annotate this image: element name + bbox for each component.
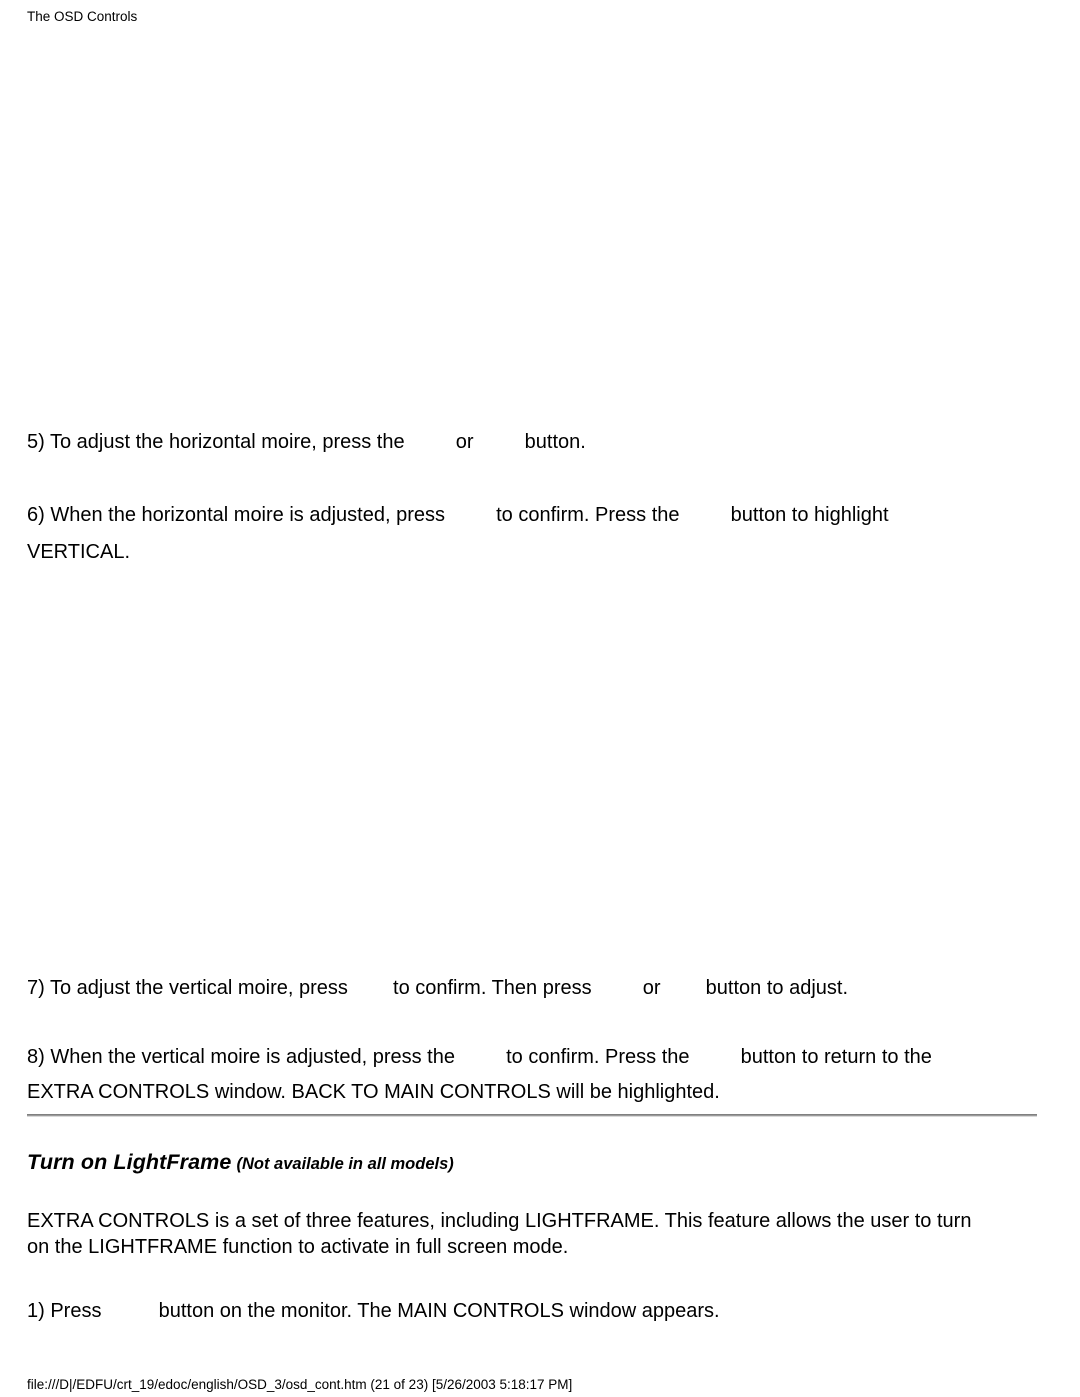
osd-button-icon-left — [597, 981, 637, 994]
step-6-paragraph-line-2: VERTICAL. — [27, 541, 130, 563]
osd-button-icon-down — [685, 508, 725, 521]
running-header-title: The OSD Controls — [27, 9, 138, 24]
step-8-paragraph-line-2: EXTRA CONTROLS window. BACK TO MAIN CONT… — [27, 1081, 720, 1103]
step-6-paragraph-line-1: 6) When the horizontal moire is adjusted… — [27, 502, 889, 528]
step-5-paragraph: 5) To adjust the horizontal moire, press… — [27, 429, 586, 455]
osd-button-icon-menu — [695, 1050, 735, 1063]
step-6-text-part-3: button to highlight — [730, 504, 889, 526]
step-8-paragraph-line-1: 8) When the vertical moire is adjusted, … — [27, 1044, 932, 1070]
lightframe-intro-line-1: EXTRA CONTROLS is a set of three feature… — [27, 1210, 972, 1232]
step-7-text-part-3: or — [642, 977, 661, 999]
step-7-text-part-2: to confirm. Then press — [393, 977, 592, 999]
lightframe-step-1-paragraph: 1) Press button on the monitor. The MAIN… — [27, 1298, 720, 1324]
step-6-text-part-1: 6) When the horizontal moire is adjusted… — [27, 504, 445, 526]
step-7-paragraph: 7) To adjust the vertical moire, press t… — [27, 975, 848, 1001]
step-8-text-part-2: to confirm. Press the — [506, 1046, 690, 1068]
osd-button-icon-ok — [461, 1050, 501, 1063]
step-6-text-part-2: to confirm. Press the — [496, 504, 680, 526]
step-7-text-part-4: button to adjust. — [705, 977, 848, 999]
osd-button-icon-menu — [107, 1304, 153, 1317]
lightframe-heading-note: (Not available in all models) — [236, 1155, 454, 1173]
document-page: The OSD Controls 5) To adjust the horizo… — [0, 0, 1080, 1397]
osd-button-icon-ok — [353, 981, 387, 994]
step-5-text-part-1: 5) To adjust the horizontal moire, press… — [27, 431, 405, 453]
figure-osd-horizontal-moire — [27, 44, 1037, 416]
page-footer-path: file:///D|/EDFU/crt_19/edoc/english/OSD_… — [27, 1377, 573, 1392]
osd-button-icon-right — [666, 981, 700, 994]
step-5-text-part-2: or — [455, 431, 474, 453]
lightframe-step-1-text-part-2: button on the monitor. The MAIN CONTROLS… — [158, 1300, 720, 1322]
step-8-text-part-3: button to return to the — [740, 1046, 932, 1068]
section-divider — [27, 1114, 1037, 1117]
osd-button-icon-ok — [451, 508, 491, 521]
osd-button-icon-right — [479, 435, 519, 448]
lightframe-section-heading: Turn on LightFrame (Not available in all … — [27, 1150, 454, 1175]
step-7-text-part-1: 7) To adjust the vertical moire, press — [27, 977, 348, 999]
osd-button-icon-left — [410, 435, 450, 448]
lightframe-intro-line-2: on the LIGHTFRAME function to activate i… — [27, 1236, 569, 1258]
figure-osd-vertical-select — [27, 578, 1037, 960]
lightframe-heading-main: Turn on LightFrame — [27, 1150, 232, 1174]
lightframe-step-1-text-part-1: 1) Press — [27, 1300, 102, 1322]
step-5-text-part-3: button. — [524, 431, 586, 453]
step-8-text-part-1: 8) When the vertical moire is adjusted, … — [27, 1046, 455, 1068]
